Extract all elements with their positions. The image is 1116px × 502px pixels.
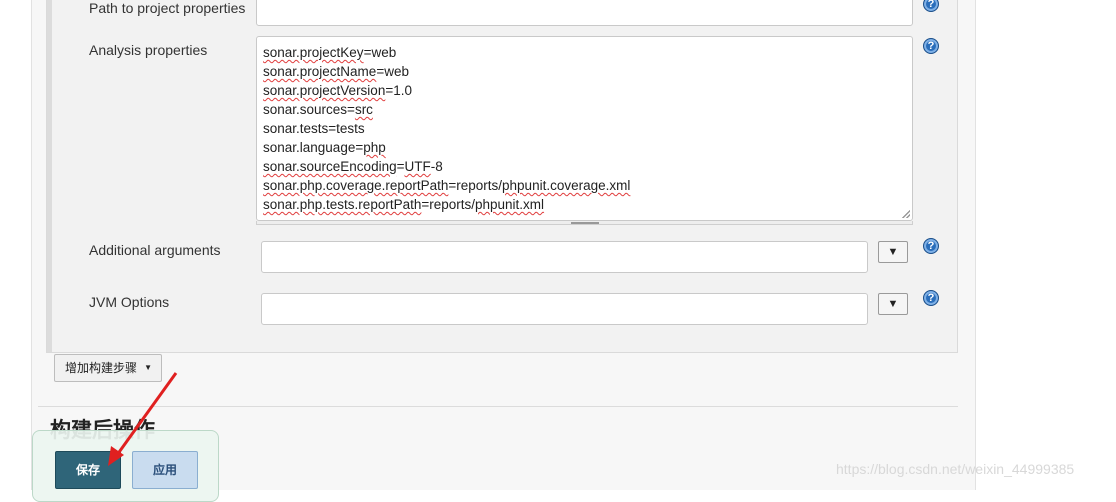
arrow-shaft (115, 372, 178, 456)
annotation-arrow-icon (108, 372, 178, 466)
